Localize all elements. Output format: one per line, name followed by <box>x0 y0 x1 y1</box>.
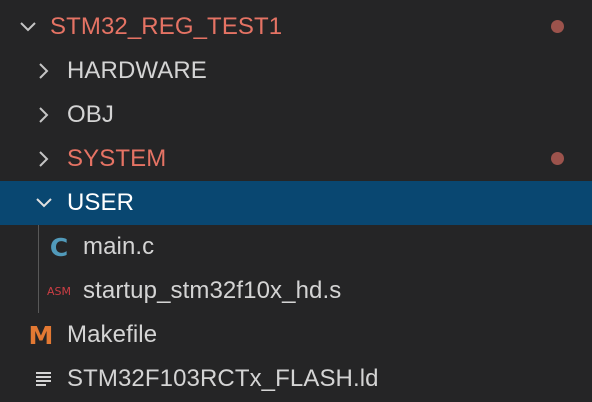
makefile-icon: M <box>28 320 54 350</box>
folder-label-system: SYSTEM <box>67 145 167 172</box>
file-explorer-tree: STM32_REG_TEST1 HARDWARE OBJ SYSTEM USER… <box>0 0 592 402</box>
folder-row-hardware[interactable]: HARDWARE <box>0 49 592 93</box>
file-row-linker-script[interactable]: STM32F103RCTx_FLASH.ld <box>0 357 592 401</box>
file-label-linker-script: STM32F103RCTx_FLASH.ld <box>67 365 379 392</box>
file-row-main-c[interactable]: C main.c <box>0 225 592 269</box>
text-file-icon <box>35 370 53 388</box>
root-folder-row[interactable]: STM32_REG_TEST1 <box>0 5 592 49</box>
chevron-down-icon[interactable] <box>34 193 54 213</box>
c-file-icon: C <box>49 232 69 262</box>
chevron-right-icon[interactable] <box>34 149 54 169</box>
root-folder-label: STM32_REG_TEST1 <box>50 13 283 40</box>
folder-row-user[interactable]: USER <box>0 181 592 225</box>
chevron-down-icon[interactable] <box>18 17 38 37</box>
file-label-startup: startup_stm32f10x_hd.s <box>83 277 342 304</box>
chevron-right-icon[interactable] <box>34 105 54 125</box>
file-label-main-c: main.c <box>83 233 155 260</box>
chevron-right-icon[interactable] <box>34 61 54 81</box>
file-row-startup[interactable]: ASM startup_stm32f10x_hd.s <box>0 269 592 313</box>
folder-row-obj[interactable]: OBJ <box>0 93 592 137</box>
modified-indicator <box>551 20 564 33</box>
asm-file-icon: ASM <box>47 284 71 298</box>
modified-indicator <box>551 152 564 165</box>
folder-row-system[interactable]: SYSTEM <box>0 137 592 181</box>
folder-label-user: USER <box>67 189 135 216</box>
file-label-makefile: Makefile <box>67 321 158 348</box>
folder-label-obj: OBJ <box>67 101 114 128</box>
folder-label-hardware: HARDWARE <box>67 57 207 84</box>
file-row-makefile[interactable]: M Makefile <box>0 313 592 357</box>
